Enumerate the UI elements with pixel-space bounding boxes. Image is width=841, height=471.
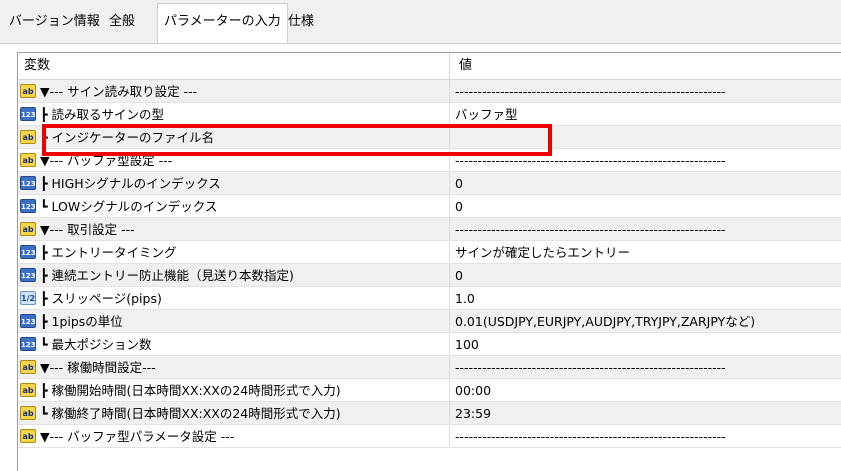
highlight-box: [42, 124, 552, 156]
column-divider: [449, 195, 450, 218]
table-row[interactable]: ab ▼--- サイン読み取り設定 --- --------------------…: [18, 80, 841, 103]
table-row[interactable]: 123 ┗ 最大ポジション数 100: [18, 333, 841, 356]
integer-type-icon: 123: [20, 107, 36, 121]
parameter-name: ┣ スリッページ(pips): [40, 291, 162, 306]
parameter-value[interactable]: 0: [455, 264, 840, 287]
parameter-value[interactable]: ----------------------------------------…: [455, 356, 840, 379]
parameter-name: ┗ 最大ポジション数: [40, 337, 152, 352]
table-row[interactable]: ab ┗ 稼働終了時間(日本時間XX:XXの24時間形式で入力) 23:59: [18, 402, 841, 425]
column-divider: [449, 333, 450, 356]
parameter-name: ┣ 読み取るサインの型: [40, 107, 164, 122]
text-type-icon: ab: [20, 84, 36, 98]
table-row[interactable]: 123 ┣ 読み取るサインの型 バッファ型: [18, 103, 841, 126]
parameter-value[interactable]: 100: [455, 333, 840, 356]
parameter-name: ▼--- サイン読み取り設定 ---: [40, 84, 198, 99]
table-row[interactable]: ab ┣ 稼働開始時間(日本時間XX:XXの24時間形式で入力) 00:00: [18, 379, 841, 402]
text-type-icon: ab: [20, 360, 36, 374]
parameter-name: ┣ 1pipsの単位: [40, 314, 123, 329]
integer-type-icon: 123: [20, 314, 36, 328]
parameter-name: ┣ 連続エントリー防止機能（見送り本数指定): [40, 268, 294, 283]
parameter-name: ┣ 稼働開始時間(日本時間XX:XXの24時間形式で入力): [40, 383, 341, 398]
parameter-value[interactable]: 0.01(USDJPY,EURJPY,AUDJPY,TRYJPY,ZARJPYな…: [455, 310, 840, 333]
table-row[interactable]: 123 ┣ HIGHシグナルのインデックス 0: [18, 172, 841, 195]
integer-type-icon: 123: [20, 268, 36, 282]
table-row[interactable]: ab ▼--- 稼働時間設定--- ------------------------…: [18, 356, 841, 379]
table-header: 変数 値: [18, 53, 841, 80]
parameter-name: ▼--- 取引設定 ---: [40, 222, 135, 237]
parameter-table: 変数 値 ab ▼--- サイン読み取り設定 --- ---------------…: [17, 52, 841, 471]
integer-type-icon: 123: [20, 199, 36, 213]
parameter-value[interactable]: サインが確定したらエントリー: [455, 241, 840, 264]
table-row[interactable]: 1/2 ┣ スリッページ(pips) 1.0: [18, 287, 841, 310]
parameter-value[interactable]: 23:59: [455, 402, 840, 425]
column-divider: [449, 356, 450, 379]
column-divider: [449, 425, 450, 448]
text-type-icon: ab: [20, 383, 36, 397]
column-divider: [449, 264, 450, 287]
column-divider: [449, 172, 450, 195]
column-divider: [449, 241, 450, 264]
text-type-icon: ab: [20, 429, 36, 443]
parameter-value[interactable]: 1.0: [455, 287, 840, 310]
tab-general[interactable]: 全般: [109, 8, 135, 36]
integer-type-icon: 123: [20, 176, 36, 190]
parameter-value[interactable]: 0: [455, 172, 840, 195]
column-header-value[interactable]: 値: [459, 53, 472, 79]
column-divider: [449, 80, 450, 103]
text-type-icon: ab: [20, 153, 36, 167]
parameter-value[interactable]: 0: [455, 195, 840, 218]
table-row[interactable]: ab ▼--- 取引設定 --- -------------------------…: [18, 218, 841, 241]
tab-parameters[interactable]: パラメーターの入力: [157, 3, 288, 43]
column-divider: [449, 310, 450, 333]
column-divider: [449, 103, 450, 126]
parameter-value[interactable]: ----------------------------------------…: [455, 425, 840, 448]
column-divider[interactable]: [449, 53, 450, 79]
tab-specification[interactable]: 仕様: [288, 8, 314, 36]
parameter-name: ┣ エントリータイミング: [40, 245, 177, 260]
parameter-name: ┗ LOWシグナルのインデックス: [40, 199, 218, 214]
text-type-icon: ab: [20, 130, 36, 144]
column-divider: [449, 287, 450, 310]
table-row[interactable]: 123 ┣ エントリータイミング サインが確定したらエントリー: [18, 241, 841, 264]
parameter-value[interactable]: ----------------------------------------…: [455, 80, 840, 103]
parameter-name: ┣ HIGHシグナルのインデックス: [40, 176, 221, 191]
integer-type-icon: 123: [20, 245, 36, 259]
parameter-name: ▼--- バッファ型パラメータ設定 ---: [40, 429, 235, 444]
double-type-icon: 1/2: [20, 291, 36, 305]
parameter-name: ┗ 稼働終了時間(日本時間XX:XXの24時間形式で入力): [40, 406, 341, 421]
text-type-icon: ab: [20, 222, 36, 236]
table-row[interactable]: 123 ┣ 連続エントリー防止機能（見送り本数指定) 0: [18, 264, 841, 287]
table-row[interactable]: 123 ┗ LOWシグナルのインデックス 0: [18, 195, 841, 218]
text-type-icon: ab: [20, 406, 36, 420]
table-row[interactable]: ab ▼--- バッファ型パラメータ設定 --- -----------------…: [18, 425, 841, 448]
column-divider: [449, 218, 450, 241]
column-header-variable[interactable]: 変数: [24, 53, 50, 79]
table-row[interactable]: 123 ┣ 1pipsの単位 0.01(USDJPY,EURJPY,AUDJPY,T…: [18, 310, 841, 333]
column-divider: [449, 402, 450, 425]
integer-type-icon: 123: [20, 337, 36, 351]
parameter-name: ▼--- 稼働時間設定---: [40, 360, 156, 375]
tab-version-info[interactable]: バージョン情報: [9, 8, 100, 36]
column-divider: [449, 379, 450, 402]
parameter-value[interactable]: バッファ型: [455, 103, 840, 126]
parameter-value[interactable]: ----------------------------------------…: [455, 218, 840, 241]
tab-bar: バージョン情報 全般 パラメーターの入力 仕様: [0, 0, 841, 44]
parameter-value[interactable]: 00:00: [455, 379, 840, 402]
